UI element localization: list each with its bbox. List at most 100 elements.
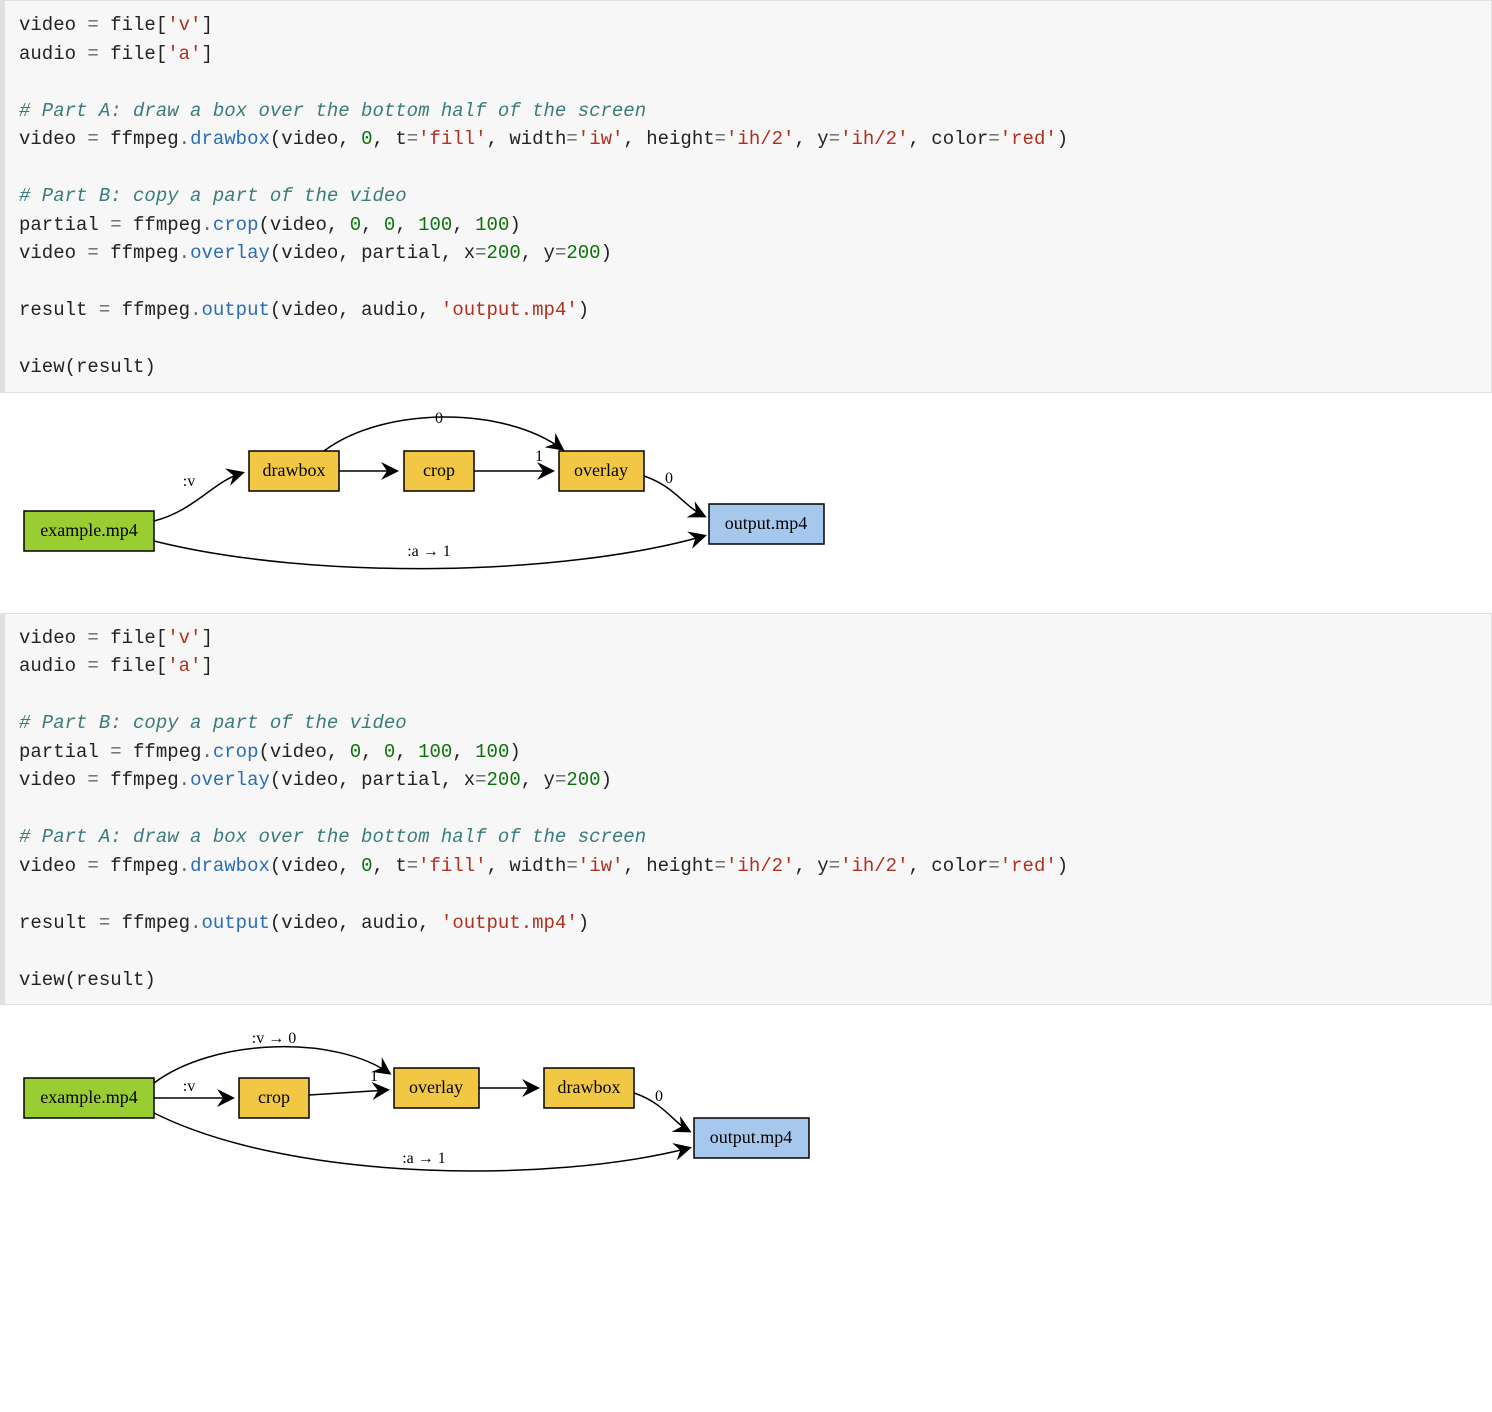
- code-token: (video, partial, x: [270, 242, 475, 264]
- code-token: 200: [487, 242, 521, 264]
- edge-label-v: :v: [183, 473, 195, 490]
- code-token: 100: [418, 214, 452, 236]
- code-token: =: [87, 627, 98, 649]
- code-token: =: [566, 128, 577, 150]
- code-token: 'red': [1000, 855, 1057, 877]
- node-drawbox: drawbox: [558, 1077, 621, 1097]
- node-output: output.mp4: [710, 1127, 793, 1147]
- code-token: ,: [395, 214, 418, 236]
- code-token: crop: [213, 741, 259, 763]
- code-token: 'output.mp4': [441, 299, 578, 321]
- code-token: =: [829, 128, 840, 150]
- code-token: ]: [201, 14, 212, 36]
- code-token: 'output.mp4': [441, 912, 578, 934]
- code-token: , t: [373, 128, 407, 150]
- edge-label-a1: :a → 1: [407, 543, 451, 560]
- code-token: output: [201, 299, 269, 321]
- code-token: 0: [384, 214, 395, 236]
- code-token: crop: [213, 214, 259, 236]
- code-token: 200: [566, 769, 600, 791]
- code-token: =: [555, 769, 566, 791]
- code-token: 0: [361, 128, 372, 150]
- code-token: 'red': [1000, 128, 1057, 150]
- code-token: 200: [487, 769, 521, 791]
- node-overlay: overlay: [574, 460, 628, 480]
- code-token: 0: [350, 741, 361, 763]
- code-token: file[: [99, 655, 167, 677]
- code-token: audio: [19, 43, 87, 65]
- code-token: .: [201, 741, 212, 763]
- edge-label-0-right: 0: [655, 1088, 663, 1105]
- code-token: partial: [19, 741, 110, 763]
- code-token: .: [179, 128, 190, 150]
- code-token: ]: [201, 627, 212, 649]
- code-token: =: [829, 855, 840, 877]
- node-input: example.mp4: [40, 520, 137, 540]
- code-token: view(result): [19, 969, 156, 991]
- code-token: =: [555, 242, 566, 264]
- code-token: =: [87, 43, 98, 65]
- code-token: =: [988, 855, 999, 877]
- pipeline-graph-1: example.mp4 drawbox crop overlay output.…: [14, 411, 834, 581]
- code-token: ffmpeg: [99, 128, 179, 150]
- code-token: (video, audio,: [270, 912, 441, 934]
- code-token: =: [87, 769, 98, 791]
- code-token: , width: [487, 855, 567, 877]
- code-token: =: [87, 14, 98, 36]
- code-token: ffmpeg: [110, 299, 190, 321]
- code-token: ): [578, 299, 589, 321]
- graph-output-2: example.mp4 crop overlay drawbox output.…: [0, 1013, 1492, 1213]
- code-token: , height: [623, 128, 714, 150]
- code-token: =: [475, 769, 486, 791]
- node-crop: crop: [258, 1087, 290, 1107]
- code-token: video: [19, 855, 87, 877]
- code-token: ): [509, 214, 520, 236]
- node-overlay: overlay: [409, 1077, 463, 1097]
- code-token: , width: [487, 128, 567, 150]
- code-token: ): [578, 912, 589, 934]
- code-token: , color: [909, 128, 989, 150]
- code-token: 100: [418, 741, 452, 763]
- code-token: , y: [521, 769, 555, 791]
- code-token: (video, partial, x: [270, 769, 475, 791]
- code-comment: # Part A: draw a box over the bottom hal…: [19, 100, 646, 122]
- code-cell-1[interactable]: video = file['v'] audio = file['a'] # Pa…: [0, 0, 1492, 393]
- code-token: video: [19, 769, 87, 791]
- code-token: =: [87, 655, 98, 677]
- code-token: =: [407, 855, 418, 877]
- edge-label-v: :v: [183, 1078, 195, 1095]
- code-token: ,: [361, 741, 384, 763]
- code-token: =: [99, 299, 110, 321]
- code-token: ,: [395, 741, 418, 763]
- code-token: 'iw': [578, 128, 624, 150]
- code-token: =: [99, 912, 110, 934]
- code-token: 'v': [167, 627, 201, 649]
- edge-label-0-right: 0: [665, 470, 673, 487]
- code-token: ]: [201, 43, 212, 65]
- code-token: 'ih/2': [726, 128, 794, 150]
- code-token: , height: [623, 855, 714, 877]
- code-token: .: [179, 769, 190, 791]
- code-token: ,: [452, 741, 475, 763]
- code-token: ): [1057, 128, 1068, 150]
- code-token: ffmpeg: [122, 741, 202, 763]
- code-token: , y: [794, 855, 828, 877]
- code-token: 'ih/2': [726, 855, 794, 877]
- node-drawbox: drawbox: [263, 460, 326, 480]
- graph-output-1: example.mp4 drawbox crop overlay output.…: [0, 401, 1492, 601]
- code-token: , color: [909, 855, 989, 877]
- code-token: ffmpeg: [99, 855, 179, 877]
- code-token: video: [19, 128, 87, 150]
- code-cell-2[interactable]: video = file['v'] audio = file['a'] # Pa…: [0, 613, 1492, 1006]
- code-token: (video,: [270, 128, 361, 150]
- code-token: (video,: [258, 214, 349, 236]
- code-token: =: [110, 741, 121, 763]
- code-token: 'a': [167, 43, 201, 65]
- code-token: , y: [521, 242, 555, 264]
- code-token: ffmpeg: [122, 214, 202, 236]
- code-token: 0: [361, 855, 372, 877]
- code-comment: # Part B: copy a part of the video: [19, 185, 407, 207]
- code-token: 'iw': [578, 855, 624, 877]
- edge-label-0-top: 0: [435, 411, 443, 427]
- code-token: =: [87, 128, 98, 150]
